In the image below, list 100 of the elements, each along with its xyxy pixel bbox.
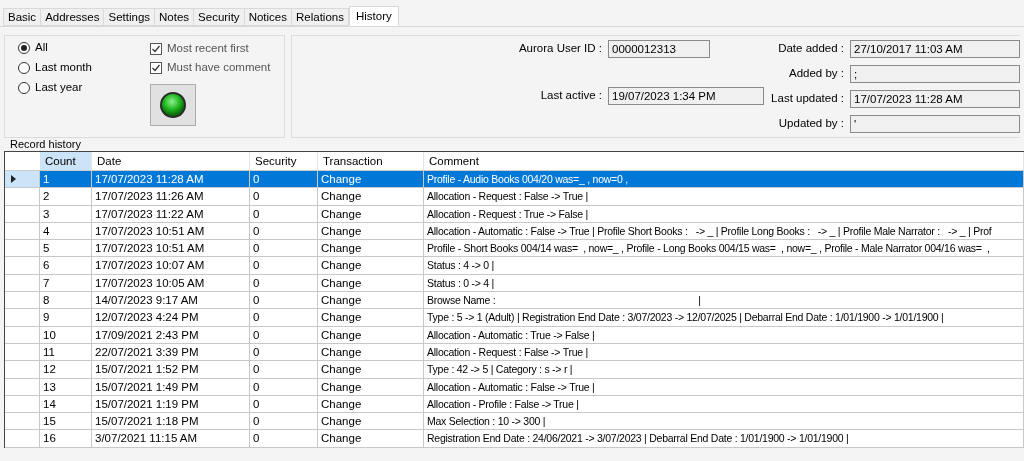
current-row-icon xyxy=(11,175,16,184)
table-cell: 17/07/2023 10:51 AM xyxy=(92,240,250,257)
read-only-field[interactable]: 27/10/2017 11:03 AM xyxy=(850,40,1020,58)
table-cell: Change xyxy=(318,361,424,378)
table-cell: 0 xyxy=(250,240,318,257)
tab[interactable]: Basic xyxy=(3,8,42,26)
section-title: Record history xyxy=(10,138,82,150)
table-cell: Change xyxy=(318,222,424,240)
table-cell: 0 xyxy=(250,309,318,326)
table-row[interactable]: 1 17/07/2023 11:28 AM 0 Change Profile - Audio Books 004/20 was=_ , now=0 , xyxy=(5,171,1024,189)
table-row[interactable]: 16 3/07/2021 11:15 AM 0 Change Registration End Date : 24/06/2021 -> 3/07/2023 | Debarral End Date : 1/01/1900 -> 1/01/1900 | xyxy=(5,430,1024,448)
read-only-field[interactable]: ' xyxy=(850,115,1020,133)
tab[interactable]: Notes xyxy=(154,8,195,26)
field-label: Last updated : xyxy=(770,91,844,107)
table-cell: Change xyxy=(318,188,424,205)
table-cell: 13 xyxy=(40,378,92,395)
table-row[interactable]: 5 17/07/2023 10:51 AM 0 Change Profile - Short Books 004/14 was= , now=_ , Profile - Long Books 004/15 was= , now=_ , Profile - Male Narrator 004/16 was= , xyxy=(5,240,1024,258)
table-row[interactable]: 8 14/07/2023 9:17 AM 0 Change Browse Name : | xyxy=(5,292,1024,310)
table-row[interactable]: 11 22/07/2021 3:39 PM 0 Change Allocation - Request : False -> True | xyxy=(5,343,1024,362)
tab[interactable]: Security xyxy=(193,8,245,26)
table-cell: Change xyxy=(318,309,424,326)
field-label: Added by : xyxy=(788,66,844,82)
read-only-field[interactable]: 0000012313 xyxy=(608,40,710,58)
table-cell: Allocation - Automatic : True -> False | xyxy=(424,326,1024,343)
table-cell: 8 xyxy=(40,292,92,309)
table-cell: Profile - Audio Books 004/20 was=_ , now=0 , xyxy=(424,171,1024,188)
radio-option[interactable]: Last year xyxy=(18,80,92,96)
table-row[interactable]: 4 17/07/2023 10:51 AM 0 Change Allocation - Automatic : False -> True | Profile Short Books : -> _ | Profile Long Books : -> _ | Profile Male Narrator : -> _ | Prof xyxy=(5,222,1024,241)
table-cell: 17/07/2023 11:28 AM xyxy=(92,171,250,188)
table-cell: 14/07/2023 9:17 AM xyxy=(92,292,250,309)
table-row[interactable]: 3 17/07/2023 11:22 AM 0 Change Allocation - Request : True -> False | xyxy=(5,205,1024,223)
table-cell: Allocation - Profile : False -> True | xyxy=(424,395,1024,413)
table-cell: 0 xyxy=(250,222,318,240)
read-only-field[interactable]: 19/07/2023 1:34 PM xyxy=(608,87,764,105)
field-label: Date added : xyxy=(777,41,844,57)
table-cell: Change xyxy=(318,395,424,413)
table-cell: Type : 42 -> 5 | Category : s -> r | xyxy=(424,361,1024,378)
table-cell: Status : 0 -> 4 | xyxy=(424,274,1024,292)
table-row[interactable]: 2 17/07/2023 11:26 AM 0 Change Allocation - Request : False -> True | xyxy=(5,188,1024,206)
refresh-button[interactable] xyxy=(149,84,196,126)
table-cell: Registration End Date : 24/06/2021 -> 3/07/2023 | Debarral End Date : 1/01/1900 -> 1/01/1900 | xyxy=(424,430,1024,447)
table-cell: 17/07/2023 10:51 AM xyxy=(92,222,250,240)
tab[interactable]: Notices xyxy=(243,8,292,26)
column-header[interactable]: Date xyxy=(92,152,250,170)
tab[interactable]: Addresses xyxy=(40,8,105,26)
table-cell: 22/07/2021 3:39 PM xyxy=(92,343,250,361)
table-cell: Status : 4 -> 0 | xyxy=(424,257,1024,274)
table-cell: 0 xyxy=(250,292,318,309)
radio-option[interactable]: All xyxy=(18,40,92,56)
table-cell: Change xyxy=(318,240,424,257)
column-header[interactable]: Transaction xyxy=(318,152,424,170)
table-cell: 14 xyxy=(40,395,92,413)
table-row[interactable]: 15 15/07/2021 1:18 PM 0 Change Max Selection : 10 -> 300 | xyxy=(5,413,1024,431)
field-label: Aurora User ID : xyxy=(517,41,602,57)
table-row[interactable]: 7 17/07/2023 10:05 AM 0 Change Status : 0 -> 4 | xyxy=(5,274,1024,293)
table-cell: 17/07/2023 11:26 AM xyxy=(92,188,250,205)
column-header[interactable]: Comment xyxy=(424,152,1024,170)
table-cell: 4 xyxy=(40,222,92,240)
table-cell: Change xyxy=(318,292,424,309)
table-cell: 0 xyxy=(250,257,318,274)
checkbox-option[interactable]: Most recent first xyxy=(149,40,271,57)
table-cell: 0 xyxy=(250,205,318,222)
table-row[interactable]: 9 12/07/2023 4:24 PM 0 Change Type : 5 -> 1 (Adult) | Registration End Date : 3/07/2023 -> 12/07/2025 | Debarral End Date : 1/01/1900 -> 1/01/1900 | xyxy=(5,309,1024,327)
table-cell: Allocation - Request : False -> True | xyxy=(424,343,1024,361)
field-label: Last active : xyxy=(539,88,602,104)
radio-option[interactable]: Last month xyxy=(18,60,92,76)
table-row[interactable]: 13 15/07/2021 1:49 PM 0 Change Allocation - Automatic : False -> True | xyxy=(5,378,1024,396)
table-cell: 0 xyxy=(250,326,318,343)
table-cell: 1 xyxy=(40,171,92,188)
table-cell: 10 xyxy=(40,326,92,343)
table-cell: 7 xyxy=(40,274,92,292)
table-cell: 0 xyxy=(250,395,318,413)
tab[interactable]: Relations xyxy=(291,8,349,26)
table-cell: 0 xyxy=(250,188,318,205)
table-cell: 3/07/2021 11:15 AM xyxy=(92,430,250,447)
table-cell: 3 xyxy=(40,205,92,222)
table-cell: 15/07/2021 1:19 PM xyxy=(92,395,250,413)
table-cell: Change xyxy=(318,430,424,447)
tab[interactable]: Settings xyxy=(103,8,156,26)
table-row[interactable]: 10 17/09/2021 2:43 PM 0 Change Allocation - Automatic : True -> False | xyxy=(5,326,1024,344)
column-header[interactable]: Security xyxy=(250,152,318,170)
table-cell: Change xyxy=(318,171,424,188)
column-header[interactable]: Count xyxy=(40,152,92,170)
table-cell: 17/07/2023 10:07 AM xyxy=(92,257,250,274)
table-cell: Allocation - Request : False -> True | xyxy=(424,188,1024,205)
table-cell: 15/07/2021 1:49 PM xyxy=(92,378,250,395)
table-cell: Allocation - Automatic : False -> True | Profile Short Books : -> _ | Profile Long Books : -> _ | Profile Male Narrator : -> _ | Prof xyxy=(424,222,1024,240)
checkbox-option[interactable]: Must have comment xyxy=(149,59,271,76)
table-row[interactable]: 6 17/07/2023 10:07 AM 0 Change Status : 4 -> 0 | xyxy=(5,257,1024,275)
table-cell: 17/09/2021 2:43 PM xyxy=(92,326,250,343)
table-row[interactable]: 14 15/07/2021 1:19 PM 0 Change Allocation - Profile : False -> True | xyxy=(5,395,1024,414)
tab[interactable]: History xyxy=(348,6,399,26)
table-cell: 15 xyxy=(40,413,92,430)
table-cell: 0 xyxy=(250,430,318,447)
read-only-field[interactable]: 17/07/2023 11:28 AM xyxy=(850,90,1020,108)
table-cell: 0 xyxy=(250,413,318,430)
read-only-field[interactable]: ; xyxy=(850,65,1020,83)
table-row[interactable]: 12 15/07/2021 1:52 PM 0 Change Type : 42 -> 5 | Category : s -> r | xyxy=(5,361,1024,379)
table-cell: Change xyxy=(318,343,424,361)
field-label: Updated by : xyxy=(777,116,844,132)
